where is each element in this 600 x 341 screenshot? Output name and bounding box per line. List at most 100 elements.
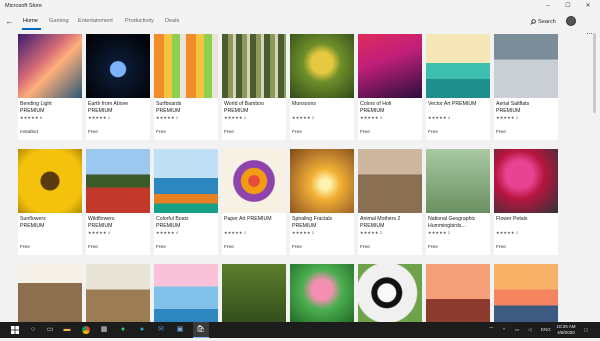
clock[interactable]: 10:25 AM 4/9/2020 bbox=[554, 324, 578, 336]
theme-thumbnail bbox=[86, 264, 150, 322]
card-rating: ★★★★★ 1 bbox=[224, 116, 247, 120]
theme-card[interactable]: Surfboards PREMIUM ★★★★★ 1 Free bbox=[154, 34, 218, 140]
mail-icon[interactable]: ✉ bbox=[153, 322, 169, 338]
theme-card[interactable] bbox=[494, 264, 558, 322]
theme-thumbnail bbox=[154, 149, 218, 213]
theme-card[interactable]: Colorful Boats PREMIUM ★★★★★ 4 Free bbox=[154, 149, 218, 255]
tab-gaming[interactable]: Gaming bbox=[49, 17, 69, 26]
notifications-icon[interactable]: ▢ bbox=[584, 322, 588, 338]
theme-card[interactable]: Earth from Above PREMIUM ★★★★★ 1 Free bbox=[86, 34, 150, 140]
theme-card[interactable]: World of Bamboo PREMIUM ★★★★★ 1 Free bbox=[222, 34, 286, 140]
battery-icon[interactable]: ▭ bbox=[515, 322, 519, 338]
theme-thumbnail bbox=[494, 264, 558, 322]
task-view-icon[interactable]: ▭ bbox=[42, 322, 58, 338]
theme-card[interactable] bbox=[358, 264, 422, 322]
theme-card[interactable] bbox=[426, 264, 490, 322]
minimize-button[interactable]: – bbox=[538, 0, 558, 13]
card-rating: ★★★★★ 3 bbox=[360, 116, 383, 120]
card-price: Free bbox=[360, 130, 370, 135]
store-icon[interactable]: 🛍 bbox=[193, 322, 209, 338]
theme-card[interactable] bbox=[154, 264, 218, 322]
tab-home[interactable]: Home bbox=[23, 17, 38, 26]
chevron-up-icon[interactable]: ^ bbox=[503, 322, 505, 338]
card-title: Sunflowers bbox=[20, 216, 46, 222]
theme-card[interactable]: Vector Art PREMIUM ★★★★★ 4 Free bbox=[426, 34, 490, 140]
theme-card[interactable]: Sunflowers PREMIUM Free bbox=[18, 149, 82, 255]
card-price: Free bbox=[496, 130, 506, 135]
window-title: Microsoft Store bbox=[0, 0, 600, 13]
theme-card[interactable] bbox=[86, 264, 150, 322]
theme-card[interactable] bbox=[18, 264, 82, 322]
theme-card[interactable]: Animal Mothers 2 PREMIUM ★★★★★ 2 Free bbox=[358, 149, 422, 255]
tab-entertainment[interactable]: Entertainment bbox=[78, 17, 113, 26]
card-price: Installed bbox=[20, 130, 38, 135]
file-explorer-icon[interactable]: ▬ bbox=[59, 322, 75, 338]
theme-thumbnail bbox=[358, 34, 422, 98]
theme-card[interactable]: Flower Petals ★★★★★ 1 Free bbox=[494, 149, 558, 255]
card-title: World of Bamboo bbox=[224, 101, 264, 107]
card-price: Free bbox=[20, 245, 30, 250]
network-icon[interactable]: ⌒ bbox=[489, 322, 494, 338]
card-price: Free bbox=[292, 130, 302, 135]
theme-thumbnail bbox=[494, 34, 558, 98]
card-price: Free bbox=[224, 130, 234, 135]
theme-thumbnail bbox=[86, 149, 150, 213]
user-avatar[interactable] bbox=[566, 16, 576, 26]
card-title: Paper Art PREMIUM bbox=[224, 216, 272, 222]
theme-thumbnail bbox=[426, 264, 490, 322]
theme-thumbnail bbox=[222, 34, 286, 98]
theme-thumbnail bbox=[290, 149, 354, 213]
search-button[interactable]: Search bbox=[530, 18, 556, 27]
card-price: Free bbox=[88, 130, 98, 135]
language-indicator[interactable]: ENG bbox=[541, 322, 551, 338]
card-subtitle: PREMIUM bbox=[20, 108, 45, 114]
theme-card[interactable]: Bending Light PREMIUM ★★★★★ 6 Installed bbox=[18, 34, 82, 140]
card-subtitle: PREMIUM bbox=[156, 223, 181, 229]
card-price: Free bbox=[224, 245, 234, 250]
maximize-button[interactable]: ☐ bbox=[558, 0, 578, 13]
card-rating: ★★★★★ 2 bbox=[292, 116, 315, 120]
tab-productivity[interactable]: Productivity bbox=[125, 17, 154, 26]
back-arrow-icon[interactable]: ← bbox=[5, 16, 14, 27]
theme-thumbnail bbox=[18, 149, 82, 213]
volume-icon[interactable]: ◁ bbox=[528, 322, 531, 338]
theme-card[interactable] bbox=[222, 264, 286, 322]
card-rating: ★★★★★ 1 bbox=[224, 231, 247, 235]
card-title: Colorful Boats bbox=[156, 216, 189, 222]
close-button[interactable]: ✕ bbox=[578, 0, 598, 13]
card-subtitle: PREMIUM bbox=[496, 108, 521, 114]
chrome-icon[interactable] bbox=[78, 322, 94, 338]
theme-card[interactable]: Colors of Holi PREMIUM ★★★★★ 3 Free bbox=[358, 34, 422, 140]
theme-card[interactable]: Spiraling Fractals PREMIUM ★★★★★ 2 Free bbox=[290, 149, 354, 255]
scrollbar[interactable] bbox=[593, 33, 596, 113]
search-taskbar-icon[interactable]: ○ bbox=[25, 322, 41, 338]
theme-card[interactable]: Aerial Saltflats PREMIUM ★★★★★ 2 Free bbox=[494, 34, 558, 140]
card-rating: ★★★★★ 2 bbox=[428, 231, 451, 235]
theme-thumbnail bbox=[426, 34, 490, 98]
whatsapp-icon[interactable]: ● bbox=[115, 322, 131, 338]
card-rating: ★★★★★ 1 bbox=[496, 231, 519, 235]
calculator-icon[interactable]: ▦ bbox=[96, 322, 112, 338]
photos-icon[interactable]: ▣ bbox=[172, 322, 188, 338]
card-subtitle: PREMIUM bbox=[88, 108, 113, 114]
theme-thumbnail bbox=[154, 34, 218, 98]
theme-card[interactable]: Wildflowers PREMIUM ★★★★★ 4 Free bbox=[86, 149, 150, 255]
active-tab-indicator bbox=[22, 28, 41, 30]
card-title: Bending Light bbox=[20, 101, 52, 107]
windows-start-icon[interactable] bbox=[7, 322, 23, 338]
theme-thumbnail bbox=[358, 264, 422, 322]
theme-thumbnail bbox=[154, 264, 218, 322]
card-title: Monsoons bbox=[292, 101, 316, 107]
card-price: Free bbox=[428, 130, 438, 135]
card-price: Free bbox=[88, 245, 98, 250]
card-title: Surfboards bbox=[156, 101, 182, 107]
nav-bar: ← Home Gaming Entertainment Productivity… bbox=[0, 13, 600, 38]
theme-thumbnail bbox=[290, 264, 354, 322]
theme-card[interactable]: National Geographic Hummingbirds... ★★★★★ … bbox=[426, 149, 490, 255]
telegram-icon[interactable]: ● bbox=[134, 322, 150, 338]
theme-card[interactable]: Monsoons ★★★★★ 2 Free bbox=[290, 34, 354, 140]
tab-deals[interactable]: Deals bbox=[165, 17, 179, 26]
search-icon bbox=[530, 18, 536, 25]
theme-card[interactable]: Paper Art PREMIUM ★★★★★ 1 Free bbox=[222, 149, 286, 255]
theme-card[interactable] bbox=[290, 264, 354, 322]
